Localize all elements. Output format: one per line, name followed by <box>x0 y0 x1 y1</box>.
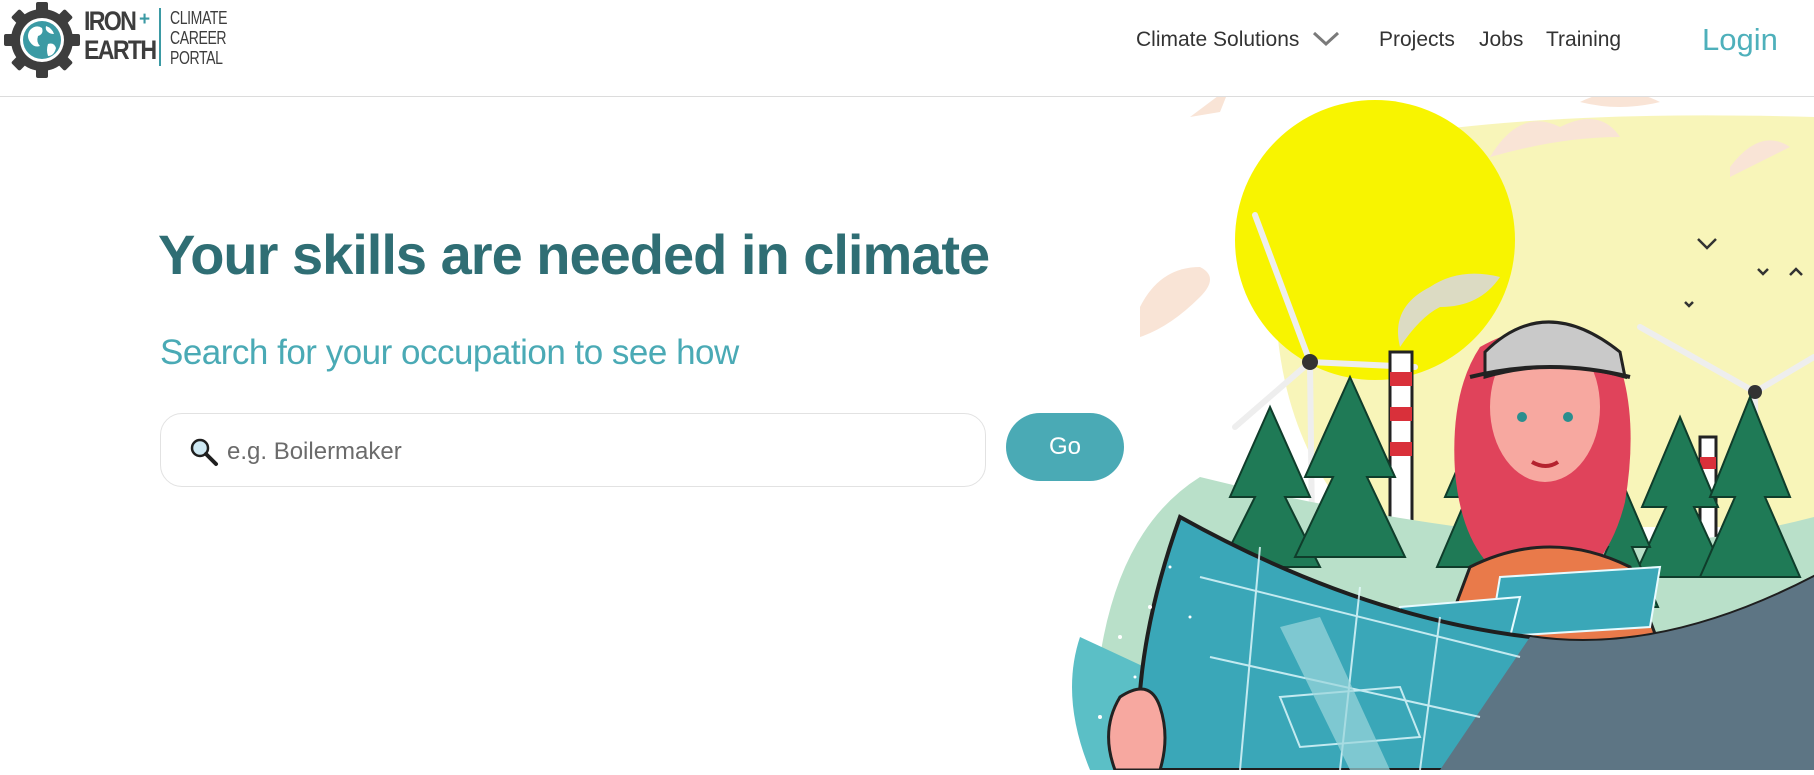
hero-subheadline: Search for your occupation to see how <box>160 333 739 372</box>
climate-worker-illustration <box>1060 87 1814 772</box>
occupation-search-input[interactable] <box>225 432 969 472</box>
nav-projects[interactable]: Projects <box>1379 28 1455 52</box>
nav-climate-solutions[interactable]: Climate Solutions <box>1136 28 1299 52</box>
nav-training[interactable]: Training <box>1546 28 1621 52</box>
brand-subtitle-line3: PORTAL <box>170 48 223 68</box>
hero-headline: Your skills are needed in climate <box>158 223 990 286</box>
brand-logo[interactable]: IRON + EARTH CLIMATE CAREER PORTAL <box>2 0 234 80</box>
nav-jobs[interactable]: Jobs <box>1479 28 1523 52</box>
occupation-search-box[interactable] <box>160 413 986 487</box>
magnifier-icon <box>189 437 219 472</box>
gear-globe-icon <box>4 2 80 78</box>
brand-subtitle-line1: CLIMATE <box>170 8 228 28</box>
login-link[interactable]: Login <box>1702 22 1778 58</box>
chevron-down-icon[interactable] <box>1312 30 1340 53</box>
brand-subtitle-line2: CAREER <box>170 28 227 48</box>
brand-name-line1: IRON <box>84 6 137 36</box>
site-header: IRON + EARTH CLIMATE CAREER PORTAL Clima… <box>0 0 1814 97</box>
brand-name-line2: EARTH <box>84 35 157 65</box>
brand-plus: + <box>139 9 151 30</box>
brand-divider <box>159 8 161 66</box>
